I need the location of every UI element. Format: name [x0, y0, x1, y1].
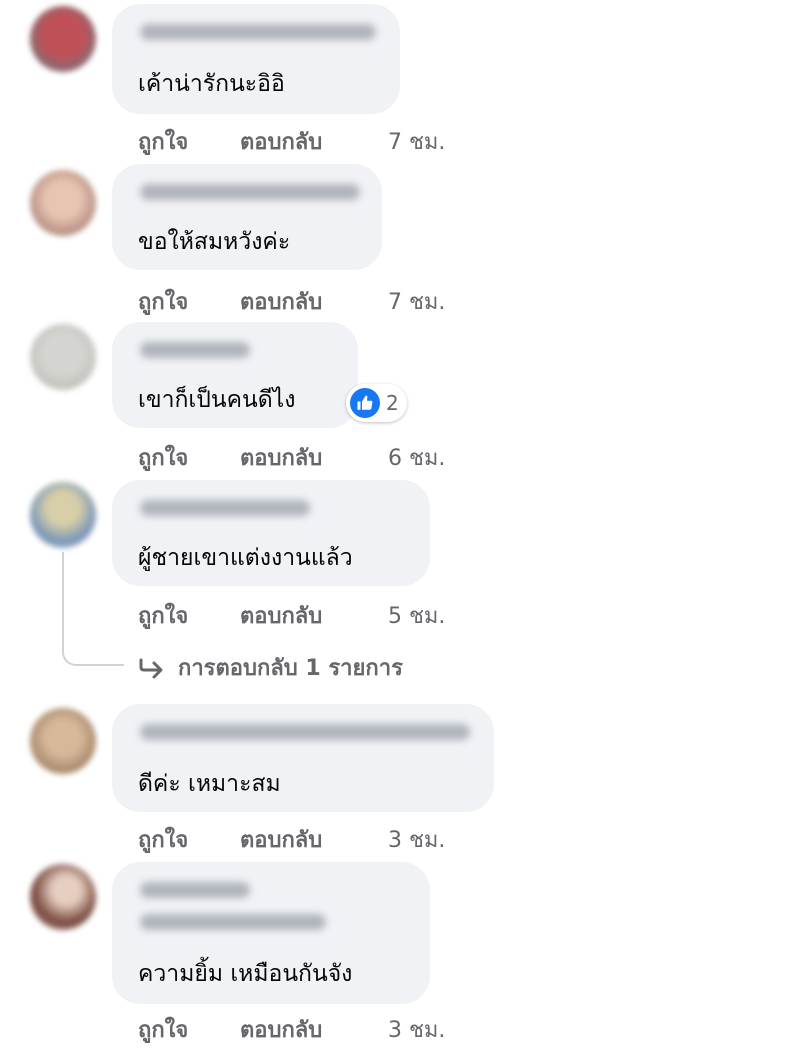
like-link[interactable]: ถูกใจ — [138, 440, 188, 475]
comment-timestamp[interactable]: 3 ชม. — [388, 822, 445, 857]
comment-text: ความยิ้ม เหมือนกันจัง — [138, 961, 353, 987]
reply-link[interactable]: ตอบกลับ — [240, 598, 322, 633]
comment-text: ขอให้สมหวังค่ะ — [138, 229, 291, 255]
comment-text: ดีค่ะ เหมาะสม — [138, 771, 281, 797]
comment-bubble: เขาก็เป็นคนดีไง — [112, 322, 358, 428]
reply-arrow-icon — [139, 658, 163, 678]
comment-timestamp[interactable]: 7 ชม. — [388, 124, 445, 159]
comment-timestamp[interactable]: 5 ชม. — [388, 598, 445, 633]
comment-text: ผู้ชายเขาแต่งงานแล้ว — [138, 545, 353, 571]
comment-timestamp[interactable]: 3 ชม. — [388, 1012, 445, 1047]
reply-link[interactable]: ตอบกลับ — [240, 822, 322, 857]
comment-bubble: เค้าน่ารักนะอิอิ — [112, 4, 400, 114]
reply-link[interactable]: ตอบกลับ — [240, 124, 322, 159]
commenter-name-blurred[interactable] — [140, 184, 360, 200]
reaction-count: 2 — [386, 391, 399, 415]
avatar[interactable] — [30, 170, 96, 236]
commenter-name-blurred[interactable] — [140, 724, 470, 740]
thread-connector-line — [62, 552, 124, 666]
view-replies-label: การตอบกลับ 1 รายการ — [178, 656, 403, 681]
commenter-name-blurred[interactable] — [140, 342, 250, 358]
like-link[interactable]: ถูกใจ — [138, 1012, 188, 1047]
like-link[interactable]: ถูกใจ — [138, 822, 188, 857]
avatar[interactable] — [30, 708, 96, 774]
avatar[interactable] — [30, 864, 96, 930]
comment-timestamp[interactable]: 7 ชม. — [388, 284, 445, 319]
comment-bubble: ความยิ้ม เหมือนกันจัง — [112, 862, 430, 1004]
thumbs-up-icon — [350, 388, 380, 418]
reaction-badge[interactable]: 2 — [346, 384, 407, 422]
commenter-name-blurred[interactable] — [140, 882, 250, 898]
comment-bubble: ผู้ชายเขาแต่งงานแล้ว — [112, 480, 430, 586]
comment-text: เค้าน่ารักนะอิอิ — [138, 71, 285, 97]
comment-text: เขาก็เป็นคนดีไง — [138, 387, 296, 413]
reply-link[interactable]: ตอบกลับ — [240, 440, 322, 475]
comment-bubble: ขอให้สมหวังค่ะ — [112, 164, 382, 270]
like-link[interactable]: ถูกใจ — [138, 284, 188, 319]
commenter-name-blurred[interactable] — [140, 500, 310, 516]
avatar[interactable] — [30, 6, 96, 72]
comment-bubble: ดีค่ะ เหมาะสม — [112, 704, 494, 812]
reply-link[interactable]: ตอบกลับ — [240, 284, 322, 319]
view-replies-link[interactable]: การตอบกลับ 1 รายการ — [138, 650, 403, 685]
commenter-name-blurred[interactable] — [140, 24, 376, 40]
commenter-name-blurred[interactable] — [140, 914, 326, 930]
like-link[interactable]: ถูกใจ — [138, 124, 188, 159]
avatar[interactable] — [30, 324, 96, 390]
reply-link[interactable]: ตอบกลับ — [240, 1012, 322, 1047]
like-link[interactable]: ถูกใจ — [138, 598, 188, 633]
avatar[interactable] — [30, 482, 96, 548]
comment-timestamp[interactable]: 6 ชม. — [388, 440, 445, 475]
